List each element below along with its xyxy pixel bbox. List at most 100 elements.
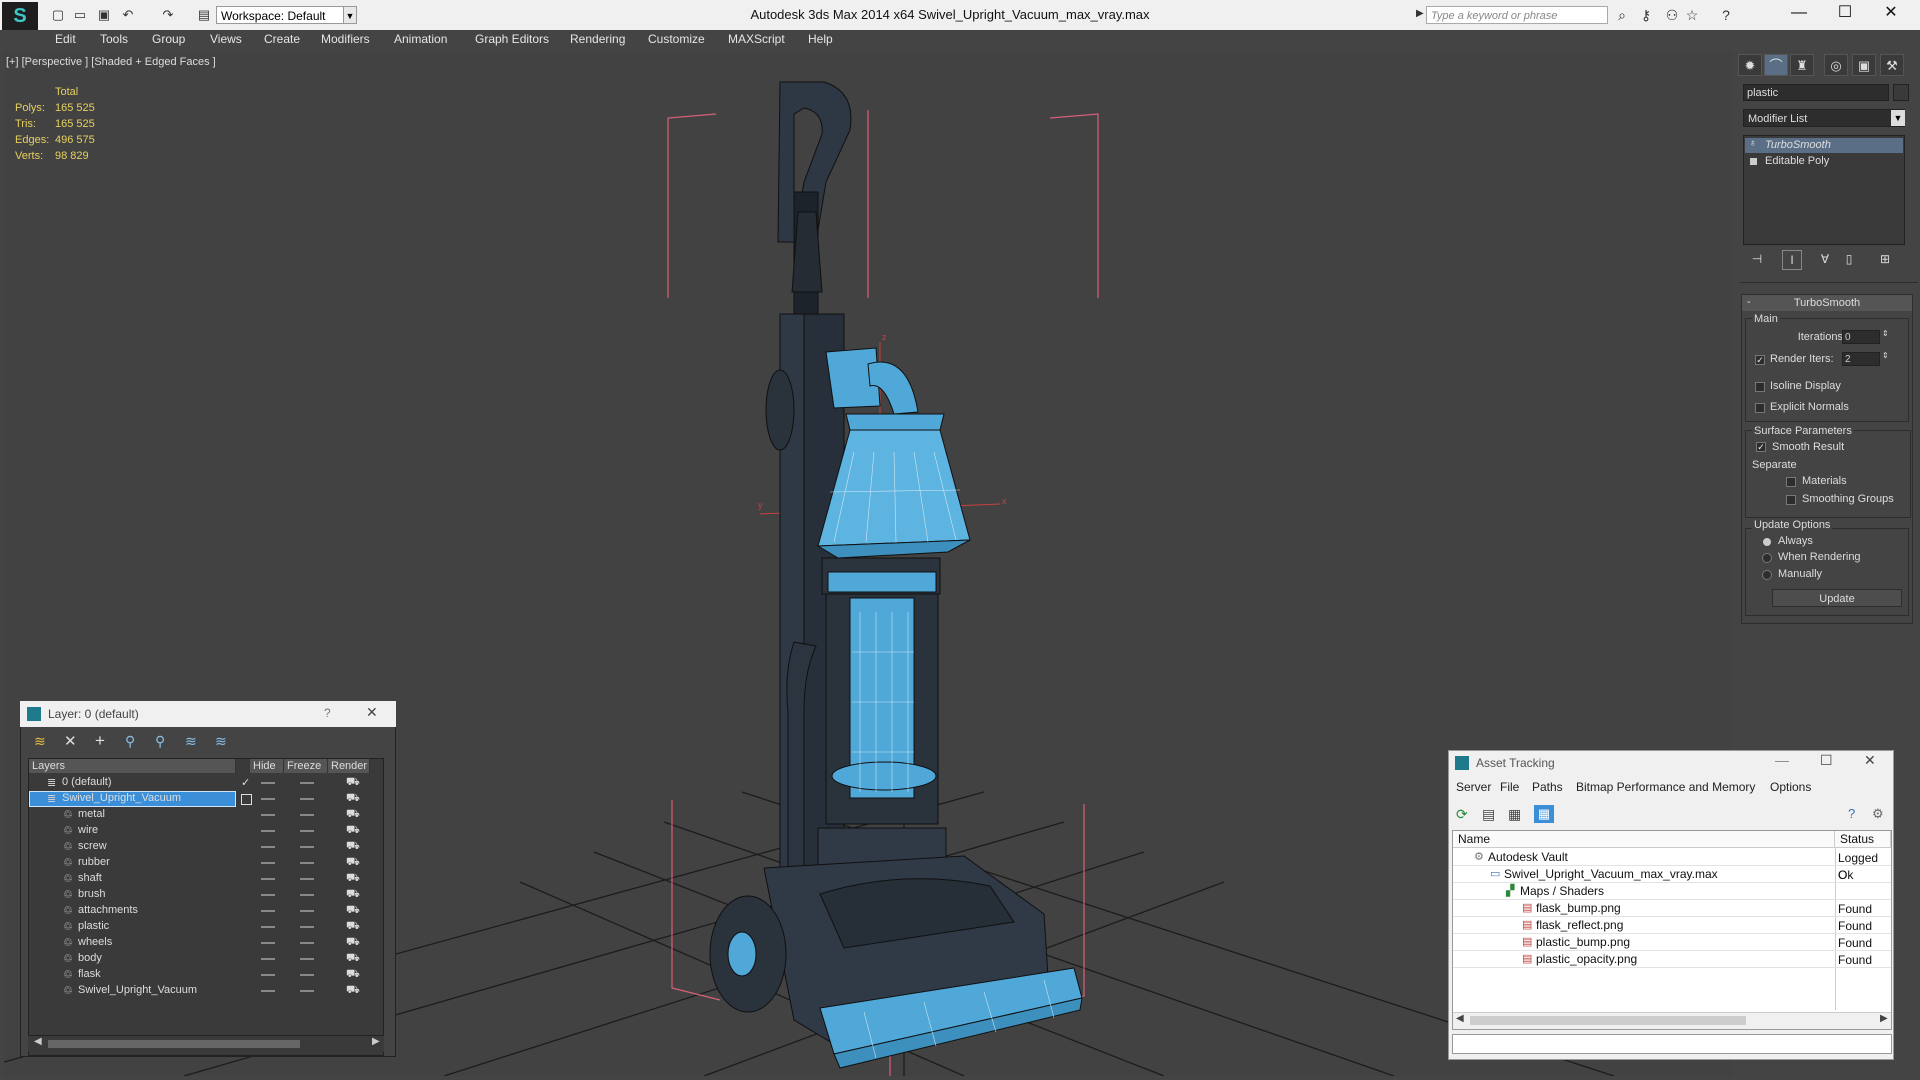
- smoothing-groups-checkbox[interactable]: [1786, 495, 1796, 505]
- hide-toggle[interactable]: [261, 830, 275, 832]
- layer-name[interactable]: shaft: [78, 872, 102, 884]
- asset-row[interactable]: [1453, 917, 1891, 934]
- menu-views[interactable]: Views: [210, 32, 242, 46]
- column-render[interactable]: Render: [328, 759, 370, 773]
- configure-sets-icon[interactable]: ⊞: [1876, 250, 1894, 268]
- hide-toggle[interactable]: [261, 798, 275, 800]
- render-teapot-icon[interactable]: ⛟: [346, 936, 360, 950]
- binoculars-icon[interactable]: ⌕: [1614, 7, 1630, 23]
- menu-edit[interactable]: Edit: [55, 32, 76, 46]
- redo-icon[interactable]: ↷: [160, 7, 176, 23]
- update-button[interactable]: Update: [1772, 589, 1902, 607]
- spinner-arrows-icon[interactable]: ⇕: [1882, 351, 1889, 360]
- freeze-toggle[interactable]: [300, 862, 314, 864]
- freeze-toggle[interactable]: [300, 814, 314, 816]
- freeze-toggle[interactable]: [300, 782, 314, 784]
- render-teapot-icon[interactable]: ⛟: [346, 824, 360, 838]
- render-teapot-icon[interactable]: ⛟: [346, 968, 360, 982]
- freeze-toggle[interactable]: [300, 942, 314, 944]
- undo-icon[interactable]: ↶: [120, 7, 136, 23]
- hide-toggle[interactable]: [261, 782, 275, 784]
- freeze-toggle[interactable]: [300, 910, 314, 912]
- delete-layer-icon[interactable]: ✕: [64, 732, 77, 750]
- layer-name[interactable]: rubber: [78, 856, 110, 868]
- close-icon[interactable]: ✕: [366, 704, 378, 721]
- asset-menu-file[interactable]: File: [1500, 780, 1519, 794]
- menu-graph-editors[interactable]: Graph Editors: [475, 32, 549, 46]
- chevron-down-icon[interactable]: ▼: [1891, 110, 1905, 126]
- menu-group[interactable]: Group: [152, 32, 185, 46]
- layer-name[interactable]: flask: [78, 968, 101, 980]
- menu-tools[interactable]: Tools: [100, 32, 128, 46]
- object-color-swatch[interactable]: [1893, 84, 1909, 101]
- viewport-label[interactable]: [+] [Perspective ] [Shaded + Edged Faces…: [6, 56, 216, 68]
- hide-toggle[interactable]: [261, 846, 275, 848]
- help-icon[interactable]: ?: [1718, 7, 1734, 23]
- layer-name[interactable]: metal: [78, 808, 105, 820]
- layer-name[interactable]: 0 (default): [62, 776, 112, 788]
- freeze-toggle[interactable]: [300, 830, 314, 832]
- freeze-toggle[interactable]: [300, 878, 314, 880]
- manually-radio[interactable]: [1762, 570, 1772, 580]
- render-iters-spinner[interactable]: 2: [1842, 352, 1880, 366]
- scroll-thumb[interactable]: [48, 1040, 300, 1048]
- minimize-icon[interactable]: —: [1776, 0, 1822, 26]
- asset-menu-options[interactable]: Options: [1770, 780, 1811, 794]
- column-name[interactable]: Name: [1453, 831, 1835, 848]
- render-teapot-icon[interactable]: ⛟: [346, 792, 360, 806]
- pin-stack-icon[interactable]: ⊣: [1748, 250, 1766, 268]
- asset-menu-bitmap-performance[interactable]: Bitmap Performance and Memory: [1576, 780, 1755, 794]
- select-objects-icon[interactable]: ⚲: [125, 733, 135, 750]
- hide-toggle[interactable]: [261, 894, 275, 896]
- utilities-tab-icon[interactable]: ⚒: [1880, 54, 1904, 76]
- freeze-toggle[interactable]: [300, 798, 314, 800]
- refresh-icon[interactable]: ⟳: [1456, 806, 1468, 823]
- hide-toggle[interactable]: [261, 942, 275, 944]
- expand-arrow-icon[interactable]: ▶: [1416, 8, 1424, 19]
- asset-menu-server[interactable]: Server: [1456, 780, 1491, 794]
- freeze-all-layers-icon[interactable]: ≋: [215, 733, 227, 750]
- layer-name[interactable]: wire: [78, 824, 98, 836]
- asset-row[interactable]: [1453, 934, 1891, 951]
- save-file-icon[interactable]: ▣: [96, 7, 112, 23]
- workspace-dropdown[interactable]: Workspace: Default: [216, 6, 350, 24]
- column-freeze[interactable]: Freeze: [284, 759, 328, 773]
- app-logo-icon[interactable]: S: [2, 2, 38, 30]
- render-teapot-icon[interactable]: ⛟: [346, 904, 360, 918]
- menu-animation[interactable]: Animation: [394, 32, 447, 46]
- minimize-icon[interactable]: —: [1775, 752, 1789, 768]
- render-teapot-icon[interactable]: ⛟: [346, 920, 360, 934]
- stack-item-editable-poly[interactable]: Editable Poly: [1745, 154, 1903, 169]
- lightbulb-icon[interactable]: ♁: [1749, 138, 1757, 149]
- freeze-toggle[interactable]: [300, 974, 314, 976]
- open-file-icon[interactable]: ▭: [72, 7, 88, 23]
- freeze-toggle[interactable]: [300, 894, 314, 896]
- scroll-left-icon[interactable]: ◀: [34, 1036, 42, 1047]
- column-layers[interactable]: Layers: [29, 759, 236, 773]
- spinner-arrows-icon[interactable]: ⇕: [1882, 329, 1889, 338]
- layer-name[interactable]: plastic: [78, 920, 109, 932]
- modify-tab-icon[interactable]: ⌒: [1764, 54, 1788, 76]
- hierarchy-tab-icon[interactable]: ♜: [1790, 54, 1814, 76]
- motion-tab-icon[interactable]: ◎: [1824, 54, 1848, 76]
- materials-checkbox[interactable]: [1786, 477, 1796, 487]
- layer-name[interactable]: screw: [78, 840, 107, 852]
- make-unique-icon[interactable]: ∀: [1816, 250, 1834, 268]
- layer-name[interactable]: Swivel_Upright_Vacuum: [62, 792, 181, 804]
- hide-toggle[interactable]: [261, 862, 275, 864]
- create-layer-icon[interactable]: ≋: [34, 733, 46, 750]
- search-input[interactable]: Type a keyword or phrase: [1426, 6, 1608, 24]
- make-current-icon[interactable]: [241, 794, 252, 805]
- menu-customize[interactable]: Customize: [648, 32, 705, 46]
- asset-path-field[interactable]: [1452, 1034, 1892, 1054]
- freeze-toggle[interactable]: [300, 846, 314, 848]
- scroll-right-icon[interactable]: ▶: [1880, 1013, 1888, 1024]
- scroll-right-icon[interactable]: ▶: [372, 1036, 380, 1047]
- highlight-layer-icon[interactable]: ⚲: [155, 733, 165, 750]
- chevron-down-icon[interactable]: ▼: [343, 6, 357, 24]
- explicit-normals-checkbox[interactable]: [1755, 403, 1765, 413]
- render-teapot-icon[interactable]: ⛟: [346, 984, 360, 998]
- iterations-spinner[interactable]: 0: [1842, 330, 1880, 344]
- active-layer-check-icon[interactable]: ✓: [241, 776, 250, 789]
- render-teapot-icon[interactable]: ⛟: [346, 952, 360, 966]
